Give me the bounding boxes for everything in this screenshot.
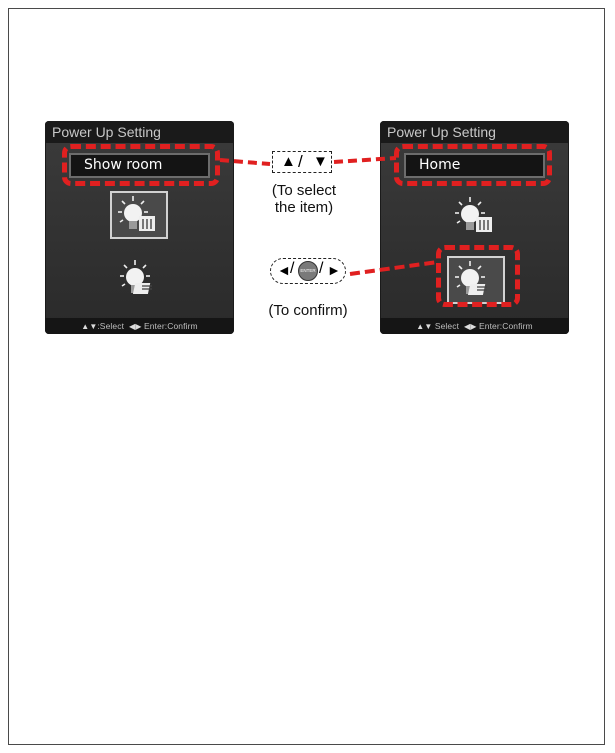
right-footer-confirm-label: Enter:Confirm: [478, 321, 533, 331]
confirm-caption: (To confirm): [268, 302, 348, 319]
enter-key-button[interactable]: ENTER: [298, 261, 318, 281]
home-bulb-icon: [120, 260, 152, 294]
key-separator: /: [290, 260, 295, 277]
left-key-icon[interactable]: ◄: [277, 262, 291, 278]
confirm-key-group: ◄ / ENTER / ►: [270, 258, 346, 284]
select-caption-line1: (To select: [271, 182, 337, 199]
select-caption: (To select the item): [262, 182, 346, 216]
confirm-connector: [349, 260, 439, 276]
right-footer-select-label: Select: [434, 321, 460, 331]
up-down-key-group: ▲ / ▼: [272, 151, 332, 173]
right-icon-highlight: [436, 245, 520, 307]
left-right-arrows-icon: ◀▶: [463, 322, 477, 331]
key-separator: /: [298, 152, 303, 171]
page-frame: [8, 8, 605, 745]
left-field-highlight: [62, 144, 220, 186]
left-screen-title: Power Up Setting: [45, 121, 234, 143]
left-footer-confirm-label: Enter:Confirm: [143, 321, 198, 331]
up-down-arrows-icon: ▲▼: [416, 322, 433, 331]
right-screen-footer: ▲▼ Select ◀▶ Enter:Confirm: [380, 318, 569, 334]
left-footer-select-label: :Select: [97, 321, 125, 331]
down-key-icon[interactable]: ▼: [313, 153, 328, 170]
select-caption-line2: the item): [274, 199, 334, 216]
left-select-connector: [219, 158, 271, 166]
showroom-bulb-icon: [118, 196, 155, 231]
left-screen-footer: ▲▼:Select ◀▶ Enter:Confirm: [45, 318, 234, 334]
left-right-arrows-icon: ◀▶: [128, 322, 142, 331]
right-select-connector: [333, 156, 397, 164]
enter-key-label: ENTER: [300, 268, 316, 273]
right-screen-title: Power Up Setting: [380, 121, 569, 143]
key-separator: /: [319, 260, 324, 277]
right-field-highlight: [394, 144, 552, 186]
up-down-arrows-icon: ▲▼: [81, 322, 98, 331]
up-key-icon[interactable]: ▲: [281, 153, 296, 170]
showroom-bulb-icon: [455, 197, 492, 232]
right-key-icon[interactable]: ►: [327, 262, 341, 278]
